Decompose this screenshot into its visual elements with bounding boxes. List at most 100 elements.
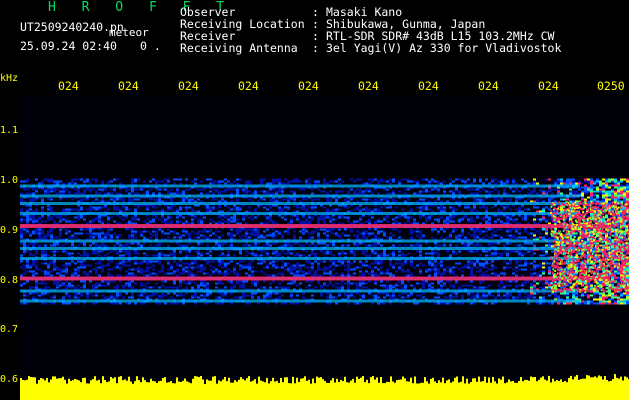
noise-cell <box>140 296 143 299</box>
noise-cell <box>137 188 140 191</box>
noise-cell <box>35 266 38 269</box>
noise-cell <box>56 230 59 233</box>
noise-cell <box>20 272 23 275</box>
noise-cell <box>29 280 32 283</box>
noise-cell <box>68 208 71 211</box>
noise-cell <box>185 242 188 245</box>
noise-cell <box>35 228 38 231</box>
noise-cell <box>158 260 161 263</box>
noise-cell <box>188 296 191 299</box>
noise-cell <box>32 264 35 267</box>
noise-cell <box>161 266 164 269</box>
noise-cell <box>203 244 206 247</box>
noise-cell <box>122 292 125 295</box>
noise-cell <box>212 242 215 245</box>
noise-cell <box>35 236 38 239</box>
noise-cell <box>140 190 143 193</box>
x-tick-label: 024 <box>298 79 319 93</box>
noise-cell <box>86 266 89 269</box>
noise-cell <box>59 266 62 269</box>
noise-cell <box>44 188 47 191</box>
noise-cell <box>128 230 131 233</box>
noise-cell <box>53 250 56 253</box>
noise-cell <box>104 250 107 253</box>
noise-cell <box>68 216 71 219</box>
noise-cell <box>236 292 239 295</box>
noise-cell <box>215 178 218 181</box>
noise-cell <box>227 234 230 237</box>
noise-cell <box>122 180 125 183</box>
noise-cell <box>74 208 77 211</box>
noise-cell <box>23 254 26 257</box>
noise-cell <box>41 268 44 271</box>
noise-cell <box>104 228 107 231</box>
noise-cell <box>137 220 140 223</box>
noise-cell <box>137 236 140 239</box>
noise-cell <box>98 182 101 185</box>
noise-cell <box>86 206 89 209</box>
noise-cell <box>47 264 50 267</box>
noise-cell <box>104 230 107 233</box>
noise-cell <box>125 294 128 297</box>
noise-cell <box>62 228 65 231</box>
noise-cell <box>245 234 248 237</box>
noise-cell <box>53 294 56 297</box>
noise-cell <box>134 236 137 239</box>
noise-cell <box>113 266 116 269</box>
noise-cell <box>134 292 137 295</box>
noise-cell <box>224 192 227 195</box>
noise-cell <box>251 180 254 183</box>
noise-cell <box>56 272 59 275</box>
noise-cell <box>173 234 176 237</box>
noise-cell <box>128 220 131 223</box>
noise-cell <box>26 198 29 201</box>
noise-cell <box>146 262 149 265</box>
noise-cell <box>239 206 242 209</box>
noise-cell <box>68 274 71 277</box>
noise-cell <box>95 178 98 181</box>
noise-cell <box>80 216 83 219</box>
noise-cell <box>254 260 257 263</box>
noise-cell <box>119 302 122 305</box>
noise-cell <box>56 232 59 235</box>
noise-cell <box>239 284 242 287</box>
noise-cell <box>137 292 140 295</box>
noise-cell <box>185 234 188 237</box>
noise-cell <box>212 274 215 277</box>
noise-cell <box>224 254 227 257</box>
noise-cell <box>200 232 203 235</box>
noise-cell <box>245 262 248 265</box>
noise-cell <box>188 236 191 239</box>
noise-cell <box>170 296 173 299</box>
noise-cell <box>161 268 164 271</box>
noise-cell <box>146 260 149 263</box>
noise-cell <box>26 302 29 305</box>
noise-cell <box>149 270 152 273</box>
noise-cell <box>68 264 71 267</box>
noise-cell <box>65 218 68 221</box>
noise-cell <box>32 254 35 257</box>
noise-cell <box>128 180 131 183</box>
noise-cell <box>65 188 68 191</box>
noise-cell <box>221 220 224 223</box>
noise-cell <box>149 178 152 181</box>
noise-cell <box>104 190 107 193</box>
noise-cell <box>98 242 101 245</box>
noise-cell <box>53 264 56 267</box>
noise-cell <box>212 218 215 221</box>
noise-cell <box>83 268 86 271</box>
noise-cell <box>131 190 134 193</box>
noise-cell <box>125 188 128 191</box>
noise-cell <box>182 250 185 253</box>
noise-cell <box>251 266 254 269</box>
noise-cell <box>197 286 200 289</box>
noise-cell <box>107 254 110 257</box>
noise-cell <box>101 206 104 209</box>
noise-cell <box>221 274 224 277</box>
noise-cell <box>206 268 209 271</box>
noise-cell <box>227 230 230 233</box>
noise-cell <box>74 228 77 231</box>
noise-cell <box>164 252 167 255</box>
noise-cell <box>77 282 80 285</box>
noise-cell <box>35 188 38 191</box>
